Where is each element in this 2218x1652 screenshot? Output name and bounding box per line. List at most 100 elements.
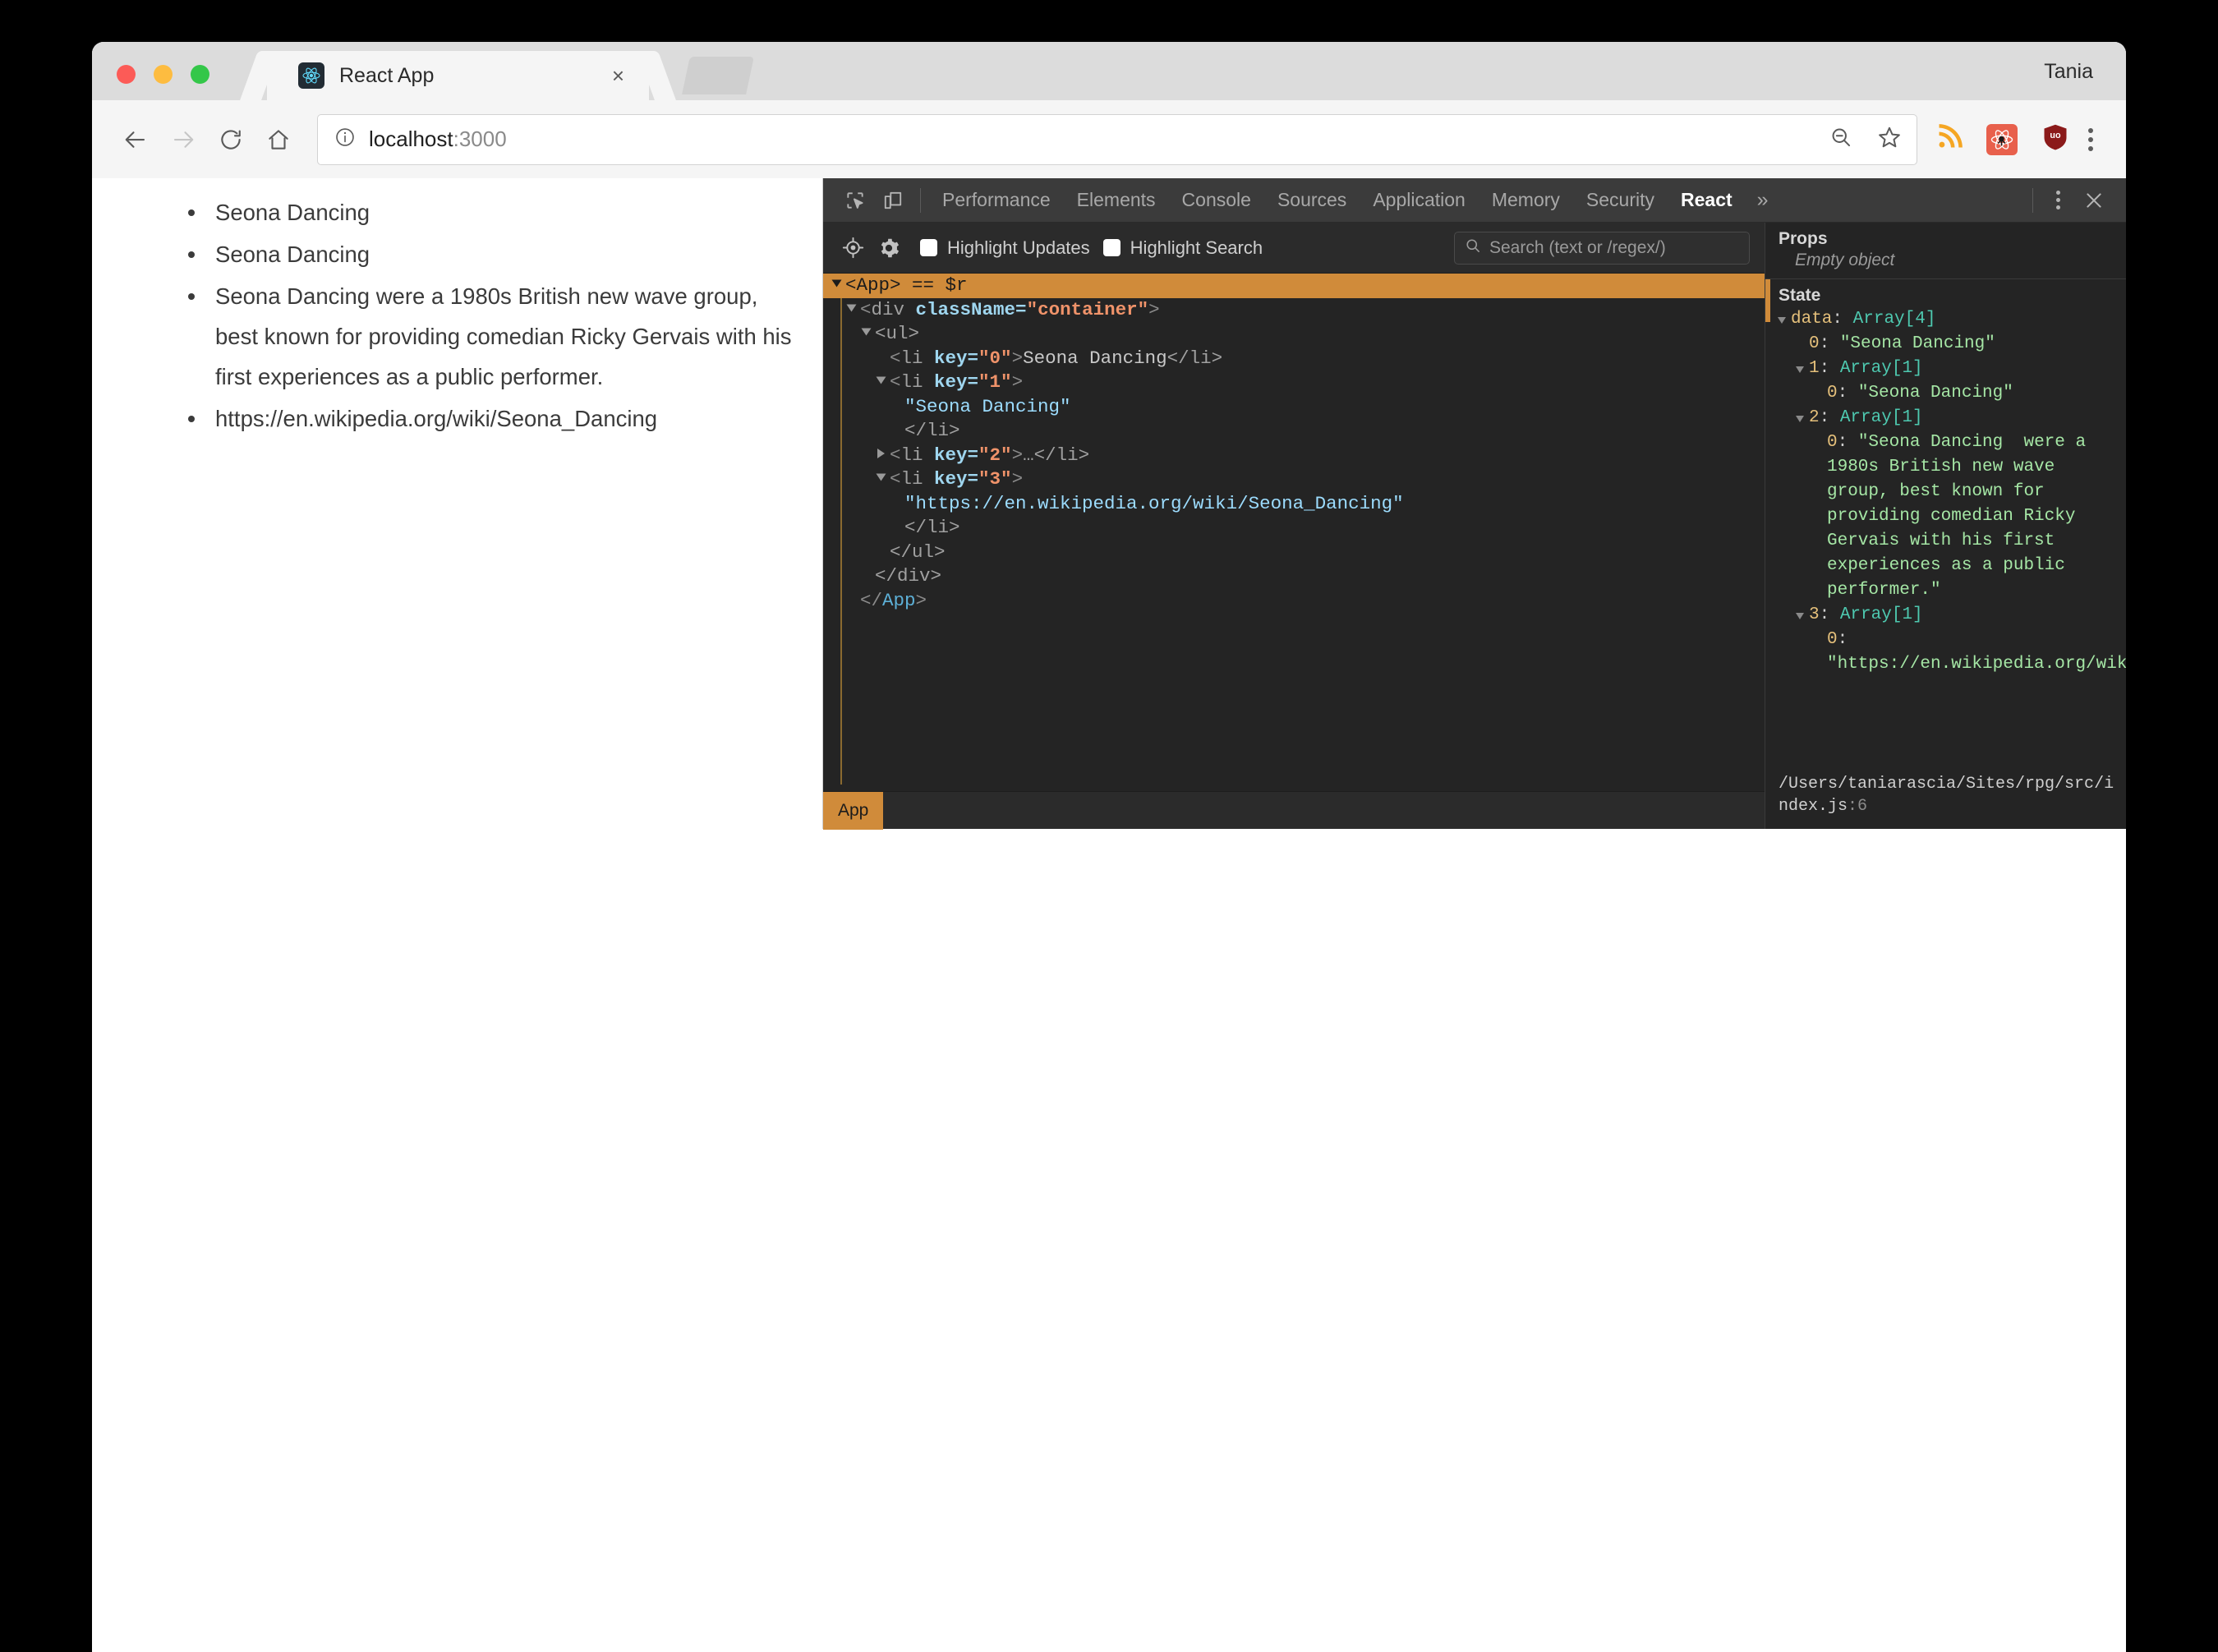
list-item: Seona Dancing	[188, 235, 798, 275]
home-icon[interactable]	[255, 116, 302, 163]
list-item: Seona Dancing were a 1980s British new w…	[188, 277, 798, 398]
close-icon[interactable]: ×	[612, 65, 624, 86]
caret-down-icon[interactable]	[1796, 613, 1804, 619]
tab-performance[interactable]: Performance	[929, 178, 1064, 223]
window-controls	[117, 65, 209, 84]
state-row[interactable]: 0: "https://en.wikipedia.org/wiki/Seona_…	[1779, 628, 2126, 677]
tree-row[interactable]: </div>	[823, 564, 1765, 589]
rss-feed-icon[interactable]	[1935, 123, 1963, 155]
device-toolbar-icon[interactable]	[874, 182, 912, 219]
token-elem: …</li>	[1023, 444, 1090, 466]
devtools-panel: Performance Elements Console Sources App…	[823, 178, 2126, 830]
react-component-tree[interactable]: <App> == $r <div className="container"> <u…	[823, 274, 1765, 791]
tab-elements[interactable]: Elements	[1064, 178, 1169, 223]
tree-row[interactable]: <div className="container">	[823, 298, 1765, 323]
star-icon[interactable]	[1877, 125, 1902, 154]
svg-text:uo: uo	[2050, 131, 2061, 140]
tree-row[interactable]: <li key="0">Seona Dancing</li>	[823, 347, 1765, 371]
state-row[interactable]: 0: "Seona Dancing"	[1779, 332, 2126, 357]
caret-down-icon[interactable]	[1796, 366, 1804, 373]
state-separator: :	[1837, 433, 1858, 452]
target-select-icon[interactable]	[835, 230, 871, 266]
zoom-out-icon[interactable]	[1829, 126, 1852, 153]
close-devtools-icon[interactable]	[2075, 190, 2126, 211]
state-value: "Seona Dancing"	[1839, 334, 1995, 353]
devtools-kebab-menu-icon[interactable]	[2041, 191, 2075, 209]
state-row[interactable]: 0: "Seona Dancing were a 1980s British n…	[1779, 430, 2126, 603]
token-elem: </li>	[904, 420, 960, 441]
token-attr: className=	[915, 298, 1027, 320]
maximize-window-button[interactable]	[191, 65, 209, 84]
state-key: data	[1791, 310, 1833, 329]
seona-dancing-list: Seona Dancing Seona Dancing Seona Dancin…	[92, 193, 822, 439]
breadcrumb-app[interactable]: App	[823, 791, 884, 830]
state-row[interactable]: 0: "Seona Dancing"	[1779, 381, 2126, 406]
profile-name[interactable]: Tania	[2044, 60, 2093, 84]
tree-row[interactable]: </ul>	[823, 541, 1765, 565]
token-attr: key=	[934, 444, 979, 466]
caret-right-icon[interactable]	[877, 448, 885, 458]
tree-row[interactable]: <li key="3">	[823, 467, 1765, 492]
checkbox-box[interactable]	[920, 239, 937, 256]
browser-extensions: uo	[1935, 122, 2070, 156]
token-bracket: <	[860, 298, 872, 320]
token-elem: </div>	[875, 565, 942, 587]
react-devtools-extension-icon[interactable]	[1986, 123, 2018, 155]
tab-application[interactable]: Application	[1360, 178, 1479, 223]
tree-row[interactable]: </li>	[823, 516, 1765, 541]
token-elem: li	[900, 444, 935, 466]
tab-console[interactable]: Console	[1169, 178, 1264, 223]
tree-row[interactable]: "https://en.wikipedia.org/wiki/Seona_Dan…	[823, 492, 1765, 517]
state-rows[interactable]: data: Array[4] 0: "Seona Dancing" 1: Array…	[1778, 307, 2126, 677]
caret-down-icon[interactable]	[1778, 317, 1786, 324]
token-elem: li	[900, 468, 935, 490]
source-file-path[interactable]: /Users/taniarascia/Sites/rpg/src/index.j…	[1765, 765, 2126, 829]
highlight-updates-checkbox[interactable]: Highlight Updates	[920, 237, 1090, 259]
state-row[interactable]: 1: Array[1]	[1779, 357, 2126, 381]
caret-down-icon[interactable]	[831, 279, 842, 288]
more-tabs-icon[interactable]: »	[1746, 178, 1780, 223]
gear-icon[interactable]	[871, 230, 907, 266]
tree-row[interactable]: <App> == $r	[823, 274, 1765, 298]
tab-react[interactable]: React	[1668, 178, 1746, 223]
tree-row[interactable]: <li key="1">	[823, 370, 1765, 395]
state-row-body: data: Array[4]	[1791, 307, 1935, 332]
state-row[interactable]: 2: Array[1]	[1779, 406, 2126, 430]
page-content: Seona Dancing Seona Dancing Seona Dancin…	[92, 178, 823, 829]
info-circle-icon[interactable]	[334, 127, 356, 152]
token-val: "container"	[1026, 298, 1149, 320]
minimize-window-button[interactable]	[154, 65, 173, 84]
tab-security[interactable]: Security	[1573, 178, 1668, 223]
state-row[interactable]: data: Array[4]	[1778, 307, 2126, 332]
react-search-input[interactable]: Search (text or /regex/)	[1454, 231, 1750, 265]
caret-down-icon[interactable]	[876, 376, 886, 384]
state-row[interactable]: 3: Array[1]	[1779, 603, 2126, 628]
reload-icon[interactable]	[207, 116, 255, 163]
tab-memory[interactable]: Memory	[1479, 178, 1573, 223]
state-selection-indicator	[1765, 279, 1770, 322]
tree-row[interactable]: <li key="2">…</li>	[823, 444, 1765, 468]
state-separator: :	[1832, 310, 1853, 329]
tree-row[interactable]: <ul>	[823, 322, 1765, 347]
inspect-element-icon[interactable]	[836, 182, 874, 219]
caret-down-icon[interactable]	[876, 473, 886, 481]
token-val: "0"	[978, 347, 1012, 369]
browser-tab-react-app[interactable]: React App ×	[267, 51, 649, 100]
back-arrow-icon[interactable]	[112, 116, 159, 163]
tab-sources[interactable]: Sources	[1264, 178, 1360, 223]
close-window-button[interactable]	[117, 65, 136, 84]
highlight-search-checkbox[interactable]: Highlight Search	[1102, 237, 1263, 259]
react-inspector-sidebar: Props Empty object State data: Array[4] 0…	[1765, 223, 2126, 829]
checkbox-box[interactable]	[1102, 239, 1121, 256]
tree-row[interactable]: "Seona Dancing"	[823, 395, 1765, 420]
tree-row[interactable]: </App>	[823, 589, 1765, 614]
tree-row[interactable]: </li>	[823, 419, 1765, 444]
url-bar[interactable]: localhost:3000	[317, 113, 1917, 165]
ublock-origin-icon[interactable]: uo	[2041, 122, 2070, 156]
caret-down-icon[interactable]	[846, 304, 857, 311]
kebab-menu-icon[interactable]	[2070, 127, 2105, 151]
caret-down-icon[interactable]	[861, 328, 872, 336]
state-type: Array[1]	[1839, 605, 1923, 624]
new-tab-button[interactable]	[682, 57, 754, 94]
caret-down-icon[interactable]	[1796, 416, 1804, 422]
